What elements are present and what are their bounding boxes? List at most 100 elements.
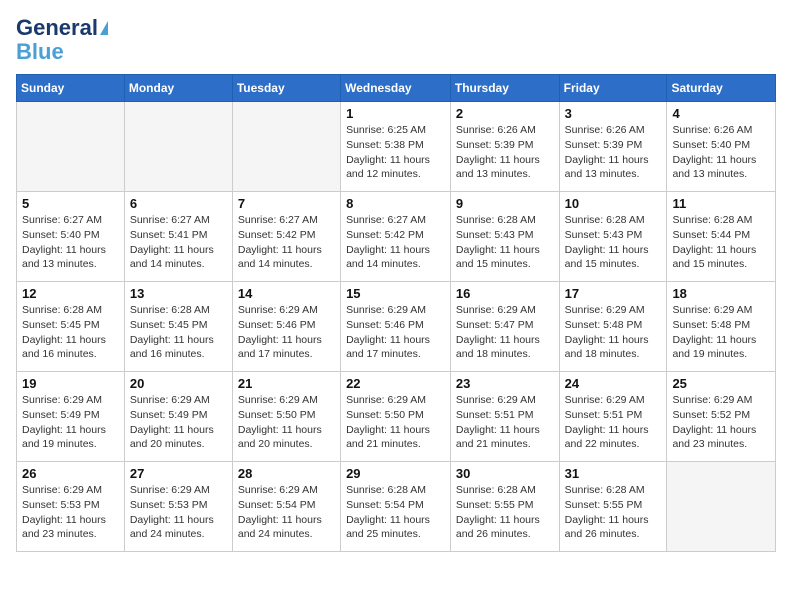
calendar-cell: 24 Sunrise: 6:29 AM Sunset: 5:51 PM Dayli… bbox=[559, 372, 667, 462]
day-info: Sunrise: 6:28 AM Sunset: 5:45 PM Dayligh… bbox=[130, 303, 227, 362]
day-info: Sunrise: 6:29 AM Sunset: 5:46 PM Dayligh… bbox=[346, 303, 445, 362]
calendar-week-1: 1Sunrise: 6:25 AM Sunset: 5:38 PM Daylig… bbox=[17, 102, 776, 192]
calendar-cell: 28 Sunrise: 6:29 AM Sunset: 5:54 PM Dayli… bbox=[232, 462, 340, 552]
day-info: Sunrise: 6:29 AM Sunset: 5:49 PM Dayligh… bbox=[22, 393, 119, 452]
day-number: 10 bbox=[565, 196, 662, 211]
day-number: 24 bbox=[565, 376, 662, 391]
calendar-cell: 23Sunrise: 6:29 AM Sunset: 5:51 PM Dayli… bbox=[450, 372, 559, 462]
calendar-cell: 4 Sunrise: 6:26 AM Sunset: 5:40 PM Daylig… bbox=[667, 102, 776, 192]
day-info: Sunrise: 6:27 AM Sunset: 5:42 PM Dayligh… bbox=[346, 213, 445, 272]
header-friday: Friday bbox=[559, 75, 667, 102]
day-number: 16 bbox=[456, 286, 554, 301]
calendar-week-5: 26 Sunrise: 6:29 AM Sunset: 5:53 PM Dayli… bbox=[17, 462, 776, 552]
calendar-cell: 13 Sunrise: 6:28 AM Sunset: 5:45 PM Dayli… bbox=[124, 282, 232, 372]
calendar-cell: 16 Sunrise: 6:29 AM Sunset: 5:47 PM Dayli… bbox=[450, 282, 559, 372]
calendar-cell bbox=[667, 462, 776, 552]
day-info: Sunrise: 6:29 AM Sunset: 5:53 PM Dayligh… bbox=[22, 483, 119, 542]
calendar-cell: 3 Sunrise: 6:26 AM Sunset: 5:39 PM Daylig… bbox=[559, 102, 667, 192]
calendar-cell: 30 Sunrise: 6:28 AM Sunset: 5:55 PM Dayli… bbox=[450, 462, 559, 552]
logo-text-blue: Blue bbox=[16, 40, 64, 64]
header-sunday: Sunday bbox=[17, 75, 125, 102]
calendar-cell: 17 Sunrise: 6:29 AM Sunset: 5:48 PM Dayli… bbox=[559, 282, 667, 372]
header-saturday: Saturday bbox=[667, 75, 776, 102]
calendar-cell: 9 Sunrise: 6:28 AM Sunset: 5:43 PM Daylig… bbox=[450, 192, 559, 282]
calendar-cell: 5 Sunrise: 6:27 AM Sunset: 5:40 PM Daylig… bbox=[17, 192, 125, 282]
day-number: 22 bbox=[346, 376, 445, 391]
day-number: 25 bbox=[672, 376, 770, 391]
calendar-cell: 2 Sunrise: 6:26 AM Sunset: 5:39 PM Daylig… bbox=[450, 102, 559, 192]
day-number: 21 bbox=[238, 376, 335, 391]
day-number: 4 bbox=[672, 106, 770, 121]
day-info: Sunrise: 6:26 AM Sunset: 5:39 PM Dayligh… bbox=[456, 123, 554, 182]
logo-text-general: General bbox=[16, 16, 98, 40]
calendar-week-2: 5 Sunrise: 6:27 AM Sunset: 5:40 PM Daylig… bbox=[17, 192, 776, 282]
calendar-cell: 6 Sunrise: 6:27 AM Sunset: 5:41 PM Daylig… bbox=[124, 192, 232, 282]
calendar-cell: 14 Sunrise: 6:29 AM Sunset: 5:46 PM Dayli… bbox=[232, 282, 340, 372]
day-info: Sunrise: 6:27 AM Sunset: 5:40 PM Dayligh… bbox=[22, 213, 119, 272]
calendar-cell: 19Sunrise: 6:29 AM Sunset: 5:49 PM Dayli… bbox=[17, 372, 125, 462]
calendar-cell: 22Sunrise: 6:29 AM Sunset: 5:50 PM Dayli… bbox=[341, 372, 451, 462]
calendar-cell bbox=[232, 102, 340, 192]
logo: General Blue bbox=[16, 16, 108, 64]
header-thursday: Thursday bbox=[450, 75, 559, 102]
calendar-cell: 20 Sunrise: 6:29 AM Sunset: 5:49 PM Dayli… bbox=[124, 372, 232, 462]
calendar-cell: 1Sunrise: 6:25 AM Sunset: 5:38 PM Daylig… bbox=[341, 102, 451, 192]
day-info: Sunrise: 6:29 AM Sunset: 5:48 PM Dayligh… bbox=[565, 303, 662, 362]
day-info: Sunrise: 6:26 AM Sunset: 5:39 PM Dayligh… bbox=[565, 123, 662, 182]
day-info: Sunrise: 6:28 AM Sunset: 5:55 PM Dayligh… bbox=[456, 483, 554, 542]
calendar-cell: 26 Sunrise: 6:29 AM Sunset: 5:53 PM Dayli… bbox=[17, 462, 125, 552]
day-number: 15 bbox=[346, 286, 445, 301]
calendar-week-4: 19Sunrise: 6:29 AM Sunset: 5:49 PM Dayli… bbox=[17, 372, 776, 462]
calendar-cell: 11 Sunrise: 6:28 AM Sunset: 5:44 PM Dayli… bbox=[667, 192, 776, 282]
day-number: 3 bbox=[565, 106, 662, 121]
day-number: 27 bbox=[130, 466, 227, 481]
day-number: 11 bbox=[672, 196, 770, 211]
calendar-cell bbox=[124, 102, 232, 192]
header-tuesday: Tuesday bbox=[232, 75, 340, 102]
day-number: 8 bbox=[346, 196, 445, 211]
calendar-cell: 10 Sunrise: 6:28 AM Sunset: 5:43 PM Dayli… bbox=[559, 192, 667, 282]
day-info: Sunrise: 6:29 AM Sunset: 5:51 PM Dayligh… bbox=[565, 393, 662, 452]
calendar-cell: 29Sunrise: 6:28 AM Sunset: 5:54 PM Dayli… bbox=[341, 462, 451, 552]
day-number: 17 bbox=[565, 286, 662, 301]
day-number: 28 bbox=[238, 466, 335, 481]
day-info: Sunrise: 6:29 AM Sunset: 5:47 PM Dayligh… bbox=[456, 303, 554, 362]
day-number: 23 bbox=[456, 376, 554, 391]
day-number: 29 bbox=[346, 466, 445, 481]
calendar-cell: 27 Sunrise: 6:29 AM Sunset: 5:53 PM Dayli… bbox=[124, 462, 232, 552]
header-monday: Monday bbox=[124, 75, 232, 102]
day-number: 7 bbox=[238, 196, 335, 211]
day-info: Sunrise: 6:29 AM Sunset: 5:48 PM Dayligh… bbox=[672, 303, 770, 362]
day-number: 20 bbox=[130, 376, 227, 391]
day-number: 14 bbox=[238, 286, 335, 301]
calendar-cell: 8 Sunrise: 6:27 AM Sunset: 5:42 PM Daylig… bbox=[341, 192, 451, 282]
calendar-cell bbox=[17, 102, 125, 192]
day-info: Sunrise: 6:29 AM Sunset: 5:49 PM Dayligh… bbox=[130, 393, 227, 452]
page-header: General Blue bbox=[16, 16, 776, 64]
day-info: Sunrise: 6:27 AM Sunset: 5:42 PM Dayligh… bbox=[238, 213, 335, 272]
day-number: 30 bbox=[456, 466, 554, 481]
calendar-cell: 18 Sunrise: 6:29 AM Sunset: 5:48 PM Dayli… bbox=[667, 282, 776, 372]
calendar-cell: 7 Sunrise: 6:27 AM Sunset: 5:42 PM Daylig… bbox=[232, 192, 340, 282]
day-info: Sunrise: 6:28 AM Sunset: 5:43 PM Dayligh… bbox=[456, 213, 554, 272]
day-number: 26 bbox=[22, 466, 119, 481]
day-info: Sunrise: 6:29 AM Sunset: 5:54 PM Dayligh… bbox=[238, 483, 335, 542]
day-info: Sunrise: 6:27 AM Sunset: 5:41 PM Dayligh… bbox=[130, 213, 227, 272]
day-info: Sunrise: 6:28 AM Sunset: 5:55 PM Dayligh… bbox=[565, 483, 662, 542]
day-info: Sunrise: 6:26 AM Sunset: 5:40 PM Dayligh… bbox=[672, 123, 770, 182]
day-info: Sunrise: 6:29 AM Sunset: 5:46 PM Dayligh… bbox=[238, 303, 335, 362]
calendar-week-3: 12Sunrise: 6:28 AM Sunset: 5:45 PM Dayli… bbox=[17, 282, 776, 372]
calendar-header-row: SundayMondayTuesdayWednesdayThursdayFrid… bbox=[17, 75, 776, 102]
day-number: 2 bbox=[456, 106, 554, 121]
day-number: 18 bbox=[672, 286, 770, 301]
day-number: 5 bbox=[22, 196, 119, 211]
day-info: Sunrise: 6:29 AM Sunset: 5:53 PM Dayligh… bbox=[130, 483, 227, 542]
day-number: 13 bbox=[130, 286, 227, 301]
logo-icon bbox=[100, 21, 108, 35]
header-wednesday: Wednesday bbox=[341, 75, 451, 102]
day-number: 6 bbox=[130, 196, 227, 211]
day-info: Sunrise: 6:28 AM Sunset: 5:43 PM Dayligh… bbox=[565, 213, 662, 272]
day-info: Sunrise: 6:28 AM Sunset: 5:44 PM Dayligh… bbox=[672, 213, 770, 272]
calendar-cell: 12Sunrise: 6:28 AM Sunset: 5:45 PM Dayli… bbox=[17, 282, 125, 372]
day-number: 9 bbox=[456, 196, 554, 211]
